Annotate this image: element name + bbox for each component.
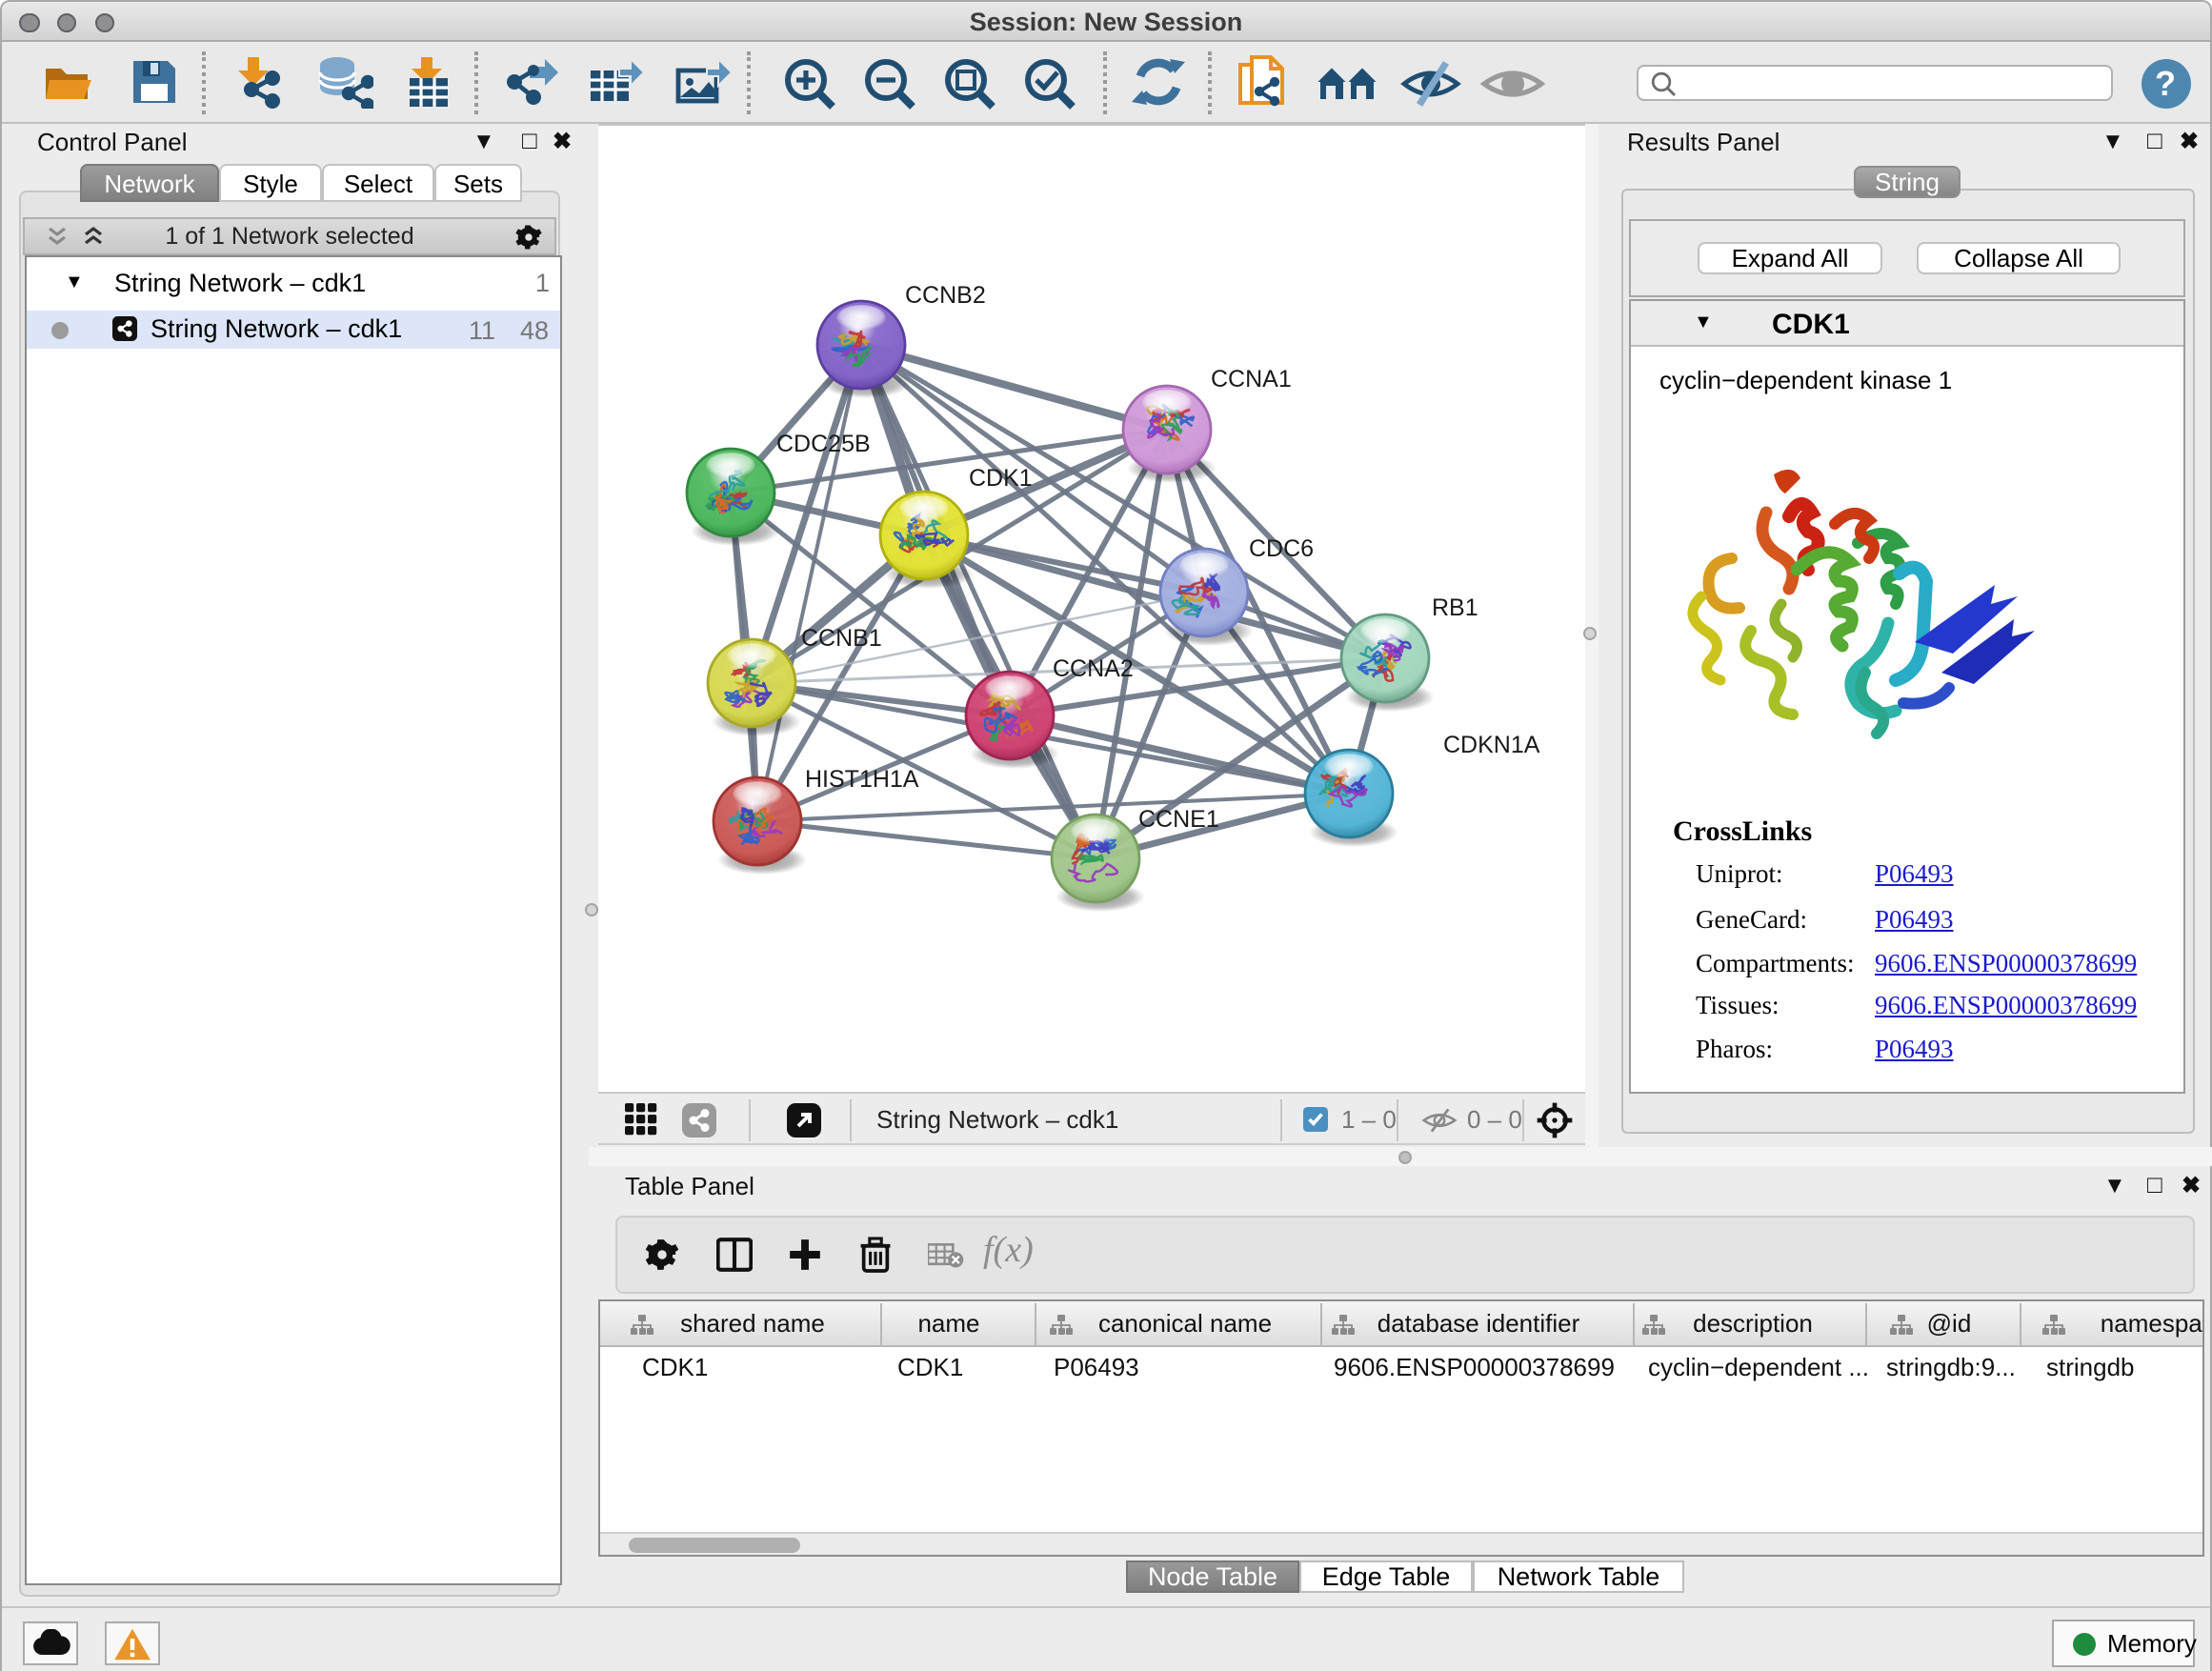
svg-text:CDC25B: CDC25B xyxy=(776,431,871,457)
svg-text:CCNE1: CCNE1 xyxy=(1138,806,1219,833)
svg-text:CDC6: CDC6 xyxy=(1249,535,1314,562)
svg-text:CCNB1: CCNB1 xyxy=(801,625,882,652)
svg-text:CDKN1A: CDKN1A xyxy=(1443,732,1540,758)
svg-text:CCNB2: CCNB2 xyxy=(905,282,986,309)
svg-text:CDK1: CDK1 xyxy=(969,465,1033,492)
svg-text:RB1: RB1 xyxy=(1432,594,1478,621)
svg-text:CCNA2: CCNA2 xyxy=(1053,655,1134,682)
svg-text:HIST1H1A: HIST1H1A xyxy=(805,766,919,793)
svg-text:CCNA1: CCNA1 xyxy=(1211,366,1292,393)
